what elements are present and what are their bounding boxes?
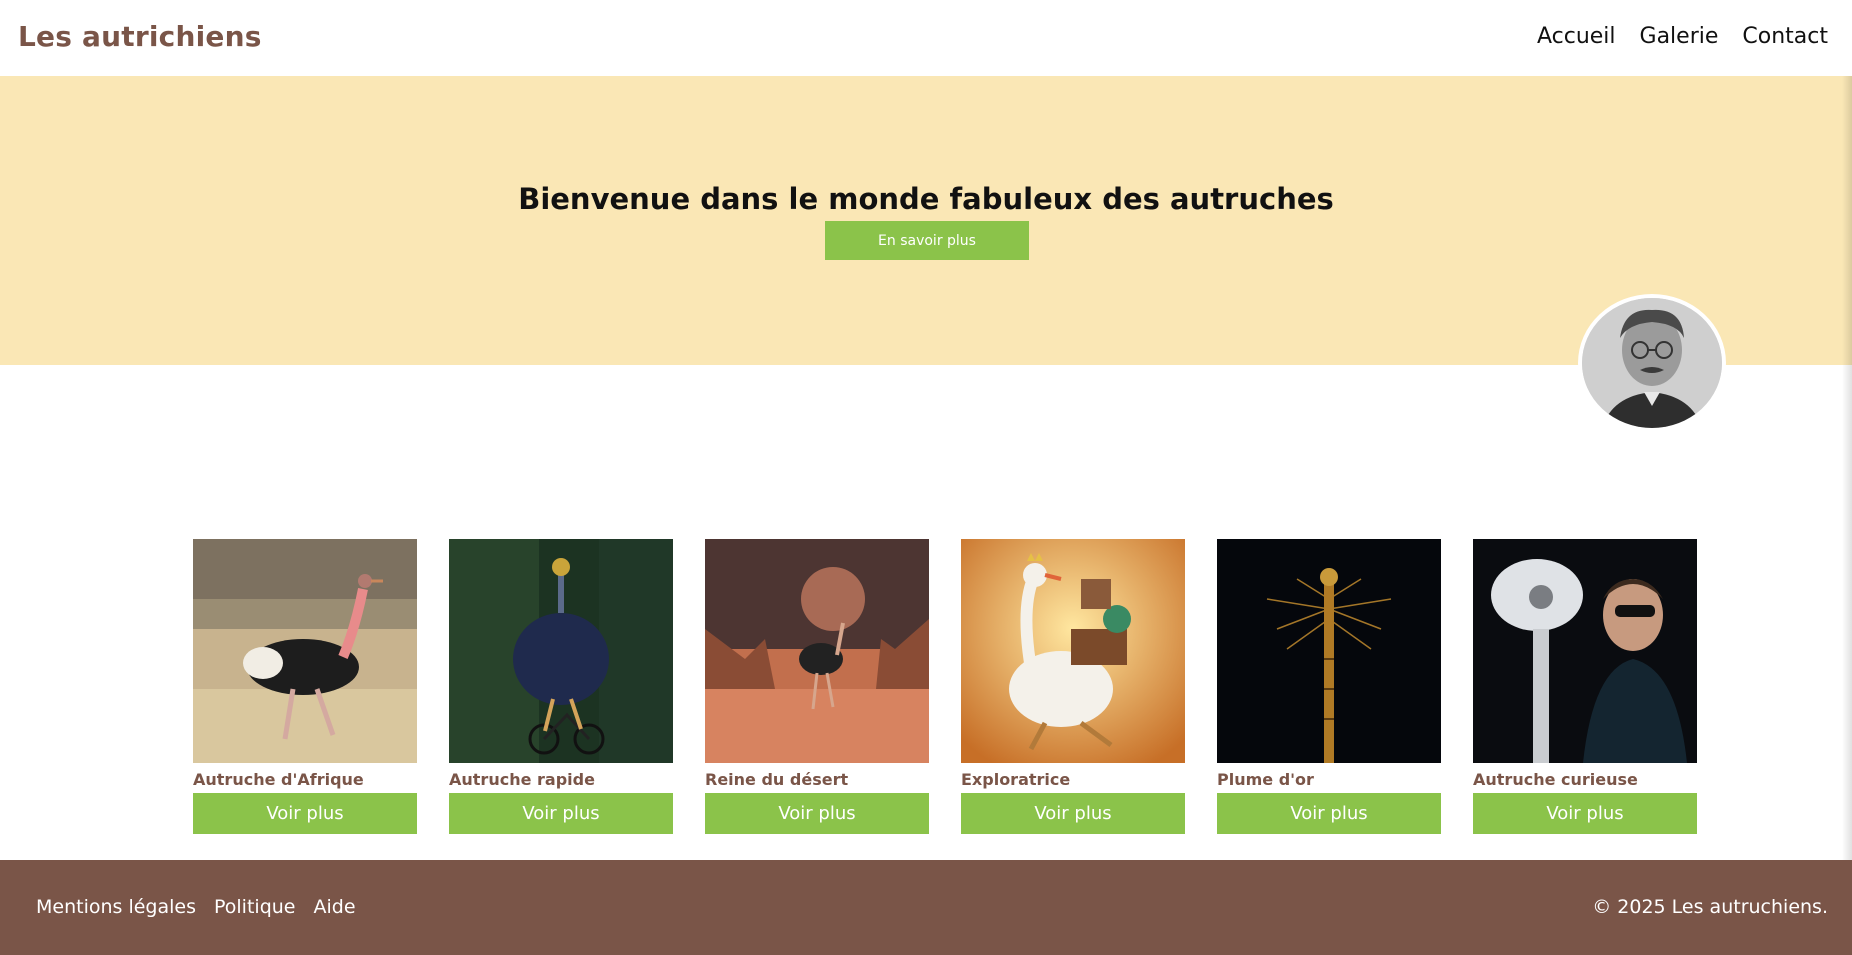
card-title: Autruche rapide (449, 770, 595, 789)
ostrich-savanna-image[interactable] (193, 539, 417, 763)
gallery-card: Exploratrice Voir plus (961, 539, 1185, 834)
main-nav: Accueil Galerie Contact (1537, 24, 1828, 49)
site-logo-title[interactable]: Les autrichiens (18, 20, 262, 53)
hero-title: Bienvenue dans le monde fabuleux des aut… (518, 182, 1334, 216)
site-header: Les autrichiens Accueil Galerie Contact (0, 0, 1852, 76)
curious-ostrich-image[interactable] (1473, 539, 1697, 763)
ostrich-gallery: Autruche d'Afrique Voir plus Autruche ra… (193, 539, 1697, 834)
gallery-card: Autruche curieuse Voir plus (1473, 539, 1697, 834)
gallery-card: Autruche rapide Voir plus (449, 539, 673, 834)
see-more-button[interactable]: Voir plus (1473, 793, 1697, 834)
see-more-button[interactable]: Voir plus (1217, 793, 1441, 834)
card-title: Plume d'or (1217, 770, 1314, 789)
ostrich-bicycle-image[interactable] (449, 539, 673, 763)
ostrich-explorer-illustration[interactable] (961, 539, 1185, 763)
nav-link-contact[interactable]: Contact (1742, 24, 1828, 49)
site-footer: Mentions légales Politique Aide © 2025 L… (0, 860, 1852, 955)
gallery-card: Reine du désert Voir plus (705, 539, 929, 834)
gallery-card: Plume d'or Voir plus (1217, 539, 1441, 834)
see-more-button[interactable]: Voir plus (449, 793, 673, 834)
learn-more-button[interactable]: En savoir plus (825, 221, 1029, 260)
user-avatar[interactable] (1578, 294, 1726, 432)
footer-link-mentions-legales[interactable]: Mentions légales (36, 896, 196, 918)
card-title: Exploratrice (961, 770, 1071, 789)
see-more-button[interactable]: Voir plus (961, 793, 1185, 834)
avatar-portrait-image (1582, 298, 1722, 428)
footer-links: Mentions légales Politique Aide (36, 896, 356, 918)
see-more-button[interactable]: Voir plus (193, 793, 417, 834)
gallery-card: Autruche d'Afrique Voir plus (193, 539, 417, 834)
ostrich-desert-image[interactable] (705, 539, 929, 763)
golden-feather-image[interactable] (1217, 539, 1441, 763)
footer-link-politique[interactable]: Politique (214, 896, 295, 918)
card-title: Autruche curieuse (1473, 770, 1638, 789)
copyright-text: © 2025 Les autruchiens. (1592, 896, 1828, 918)
scroll-edge-shadow (1842, 76, 1852, 860)
footer-link-aide[interactable]: Aide (313, 896, 355, 918)
nav-link-accueil[interactable]: Accueil (1537, 24, 1616, 49)
card-title: Reine du désert (705, 770, 849, 789)
see-more-button[interactable]: Voir plus (705, 793, 929, 834)
card-title: Autruche d'Afrique (193, 770, 364, 789)
nav-link-galerie[interactable]: Galerie (1640, 24, 1719, 49)
hero-banner: Bienvenue dans le monde fabuleux des aut… (0, 76, 1852, 365)
